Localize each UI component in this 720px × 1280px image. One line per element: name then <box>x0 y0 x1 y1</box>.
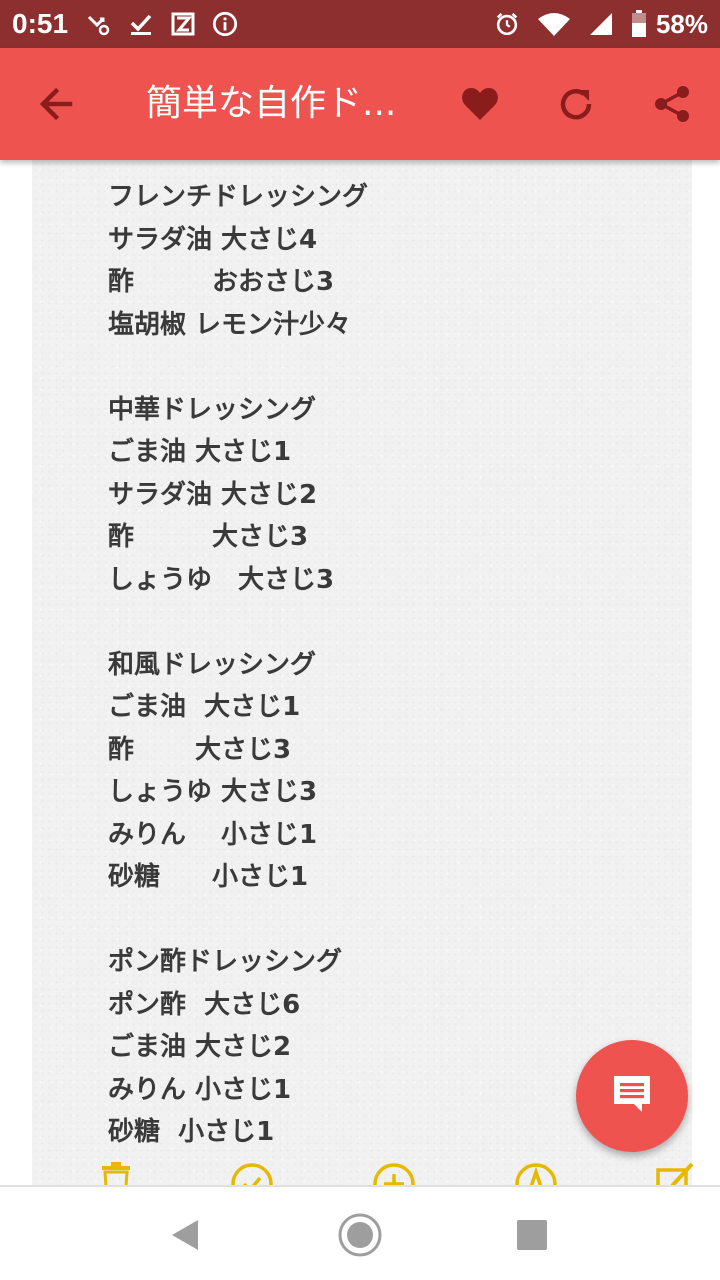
content-area[interactable]: フレンチドレッシング サラダ油 大さじ4 酢 おおさじ3 塩胡椒 レモン汁少々 中華ドレ… <box>0 160 720 1185</box>
chat-icon <box>612 1074 652 1118</box>
arrow-left-icon[interactable] <box>36 84 76 124</box>
app-bar: 簡単な自作ド... <box>0 48 720 160</box>
recipe-line: ごま油 大さじ1 <box>108 692 301 722</box>
recipe-line: 酢 大さじ3 <box>108 522 309 552</box>
image-toolbar <box>64 1160 720 1185</box>
status-time: 0:51 <box>12 8 69 39</box>
signal-icon <box>588 11 614 37</box>
recipe-line: ごま油 大さじ2 <box>108 1032 292 1062</box>
recipe-line: サラダ油 大さじ2 <box>108 479 318 510</box>
recipe-line: ポン酢ドレッシング <box>108 947 343 977</box>
letter-a-circle-icon <box>514 1160 558 1185</box>
recipe-line: 中華ドレッシング <box>108 394 317 425</box>
recipe-line: 酢 大さじ3 <box>108 734 292 765</box>
recipe-line: しょうゆ 大さじ3 <box>108 564 335 595</box>
battery-icon <box>630 10 648 37</box>
recipe-line: しょうゆ 大さじ3 <box>108 777 318 807</box>
wifi-icon <box>536 11 572 37</box>
recipe-blank-line <box>108 601 668 644</box>
recipe-text: フレンチドレッシング サラダ油 大さじ4 酢 おおさじ3 塩胡椒 レモン汁少々 中華ドレ… <box>108 176 668 1154</box>
recipe-blank-line <box>108 346 668 389</box>
recipe-line: みりん 小さじ1 <box>108 819 318 850</box>
recipe-line: 塩胡椒 レモン汁少々 <box>108 309 352 340</box>
info-icon <box>212 11 238 37</box>
status-bar: 0:51 58% <box>0 0 720 48</box>
alarm-icon <box>494 11 520 37</box>
battery-percent: 58% <box>655 8 708 39</box>
page-title: 簡単な自作ド... <box>146 83 397 124</box>
checkmark-icon <box>128 11 154 37</box>
back-triangle-icon[interactable] <box>162 1211 210 1259</box>
recipe-line: フレンチドレッシング <box>108 182 369 212</box>
edit-note-icon <box>654 1160 698 1185</box>
recipe-line: ごま油 大さじ1 <box>108 437 292 467</box>
comment-fab-button[interactable] <box>576 1040 688 1152</box>
missed-call-icon <box>86 11 112 37</box>
recipe-line: 砂糖 小さじ1 <box>108 862 309 892</box>
home-circle-icon[interactable] <box>336 1211 384 1259</box>
recents-square-icon[interactable] <box>508 1211 556 1259</box>
recipe-line: サラダ油 大さじ4 <box>108 224 318 255</box>
recipe-line: 酢 おおさじ3 <box>108 267 335 297</box>
app-icon <box>170 11 196 37</box>
heart-icon[interactable] <box>458 82 502 126</box>
share-icon[interactable] <box>650 82 694 126</box>
recipe-image: フレンチドレッシング サラダ油 大さじ4 酢 おおさじ3 塩胡椒 レモン汁少々 中華ドレ… <box>32 160 694 1185</box>
check-circle-icon <box>230 1160 274 1185</box>
plus-circle-icon <box>372 1160 416 1185</box>
system-nav-bar <box>0 1185 720 1280</box>
trash-icon <box>96 1160 140 1185</box>
recipe-blank-line <box>108 899 668 942</box>
recipe-line: 和風ドレッシング <box>108 649 317 680</box>
recipe-line: ポン酢 大さじ6 <box>108 989 301 1020</box>
refresh-icon[interactable] <box>554 82 598 126</box>
